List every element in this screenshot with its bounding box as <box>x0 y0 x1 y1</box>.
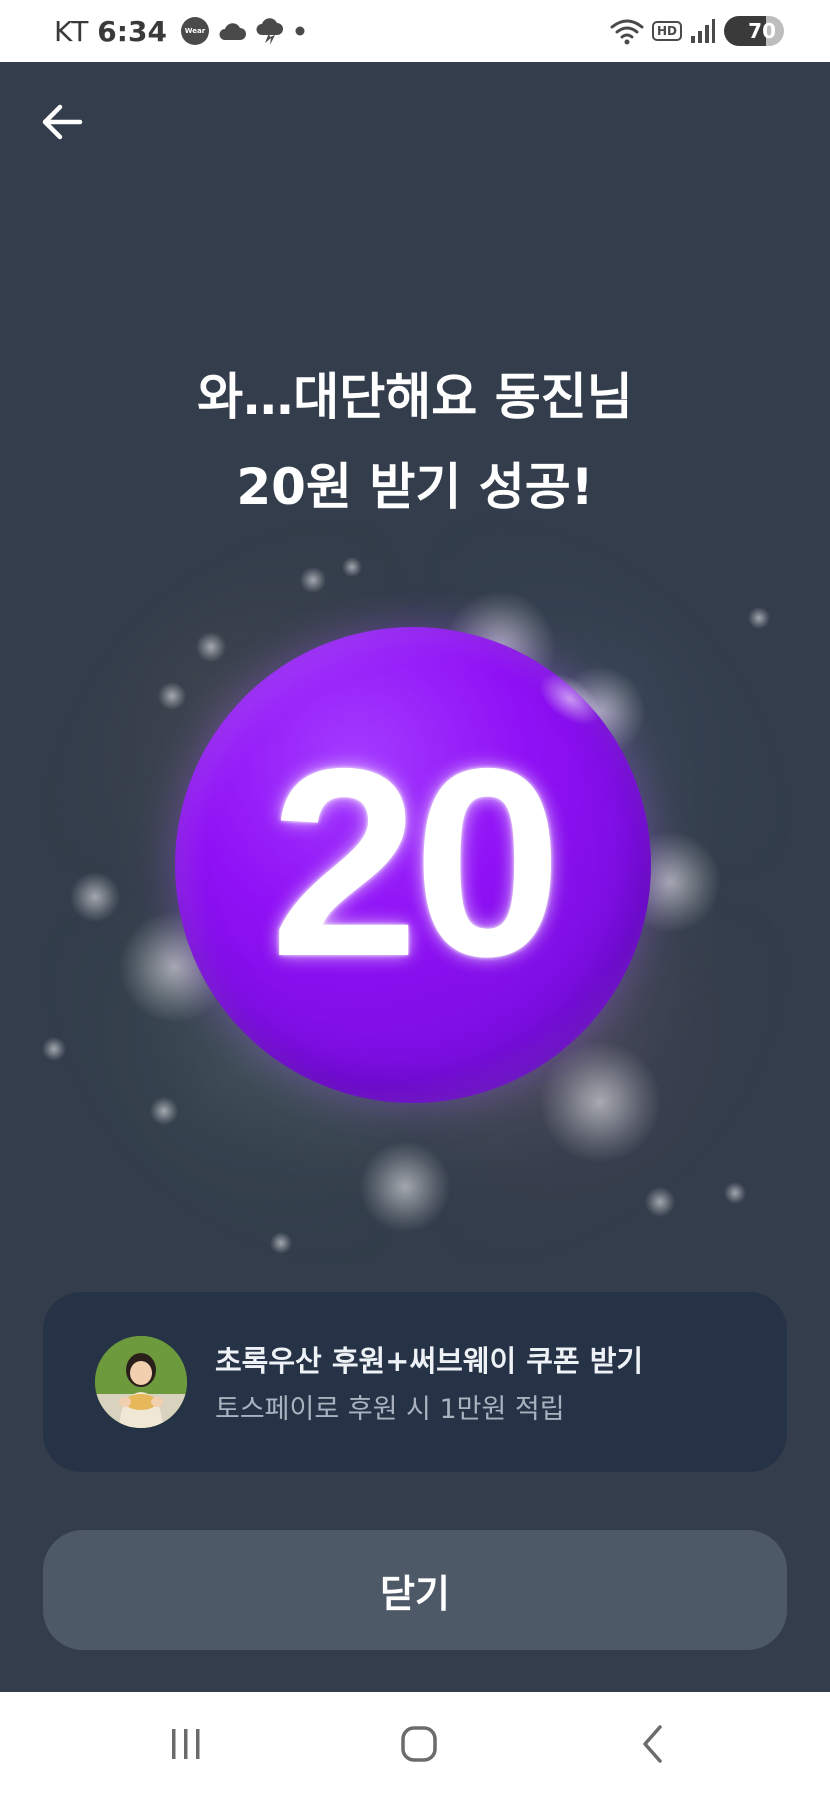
reward-amount: 20 <box>269 711 562 1012</box>
sparkle <box>270 1232 292 1254</box>
sparkle <box>70 872 120 922</box>
sparkle <box>342 557 362 577</box>
home-button[interactable] <box>378 1712 458 1776</box>
promo-card[interactable]: 초록우산 후원+써브웨이 쿠폰 받기 토스페이로 후원 시 1만원 적립 <box>43 1292 787 1472</box>
status-bar: KT 6:34 Wear HD 70 <box>0 0 830 62</box>
nav-back-button[interactable] <box>612 1712 692 1776</box>
wear-icon: Wear <box>180 17 209 45</box>
reward-screen: 와…대단해요 동진님 20원 받기 성공! 20 초록우산 후원+써브웨이 쿠폰… <box>0 62 830 1692</box>
promo-title: 초록우산 후원+써브웨이 쿠폰 받기 <box>215 1344 644 1378</box>
dot-icon <box>295 26 305 36</box>
cloud-icon <box>219 23 246 40</box>
reward-amount-ball: 20 <box>175 627 651 1103</box>
back-button[interactable] <box>36 96 88 148</box>
sparkle <box>42 1037 66 1061</box>
close-button[interactable]: 닫기 <box>43 1530 787 1650</box>
status-left: KT 6:34 Wear <box>54 14 307 48</box>
clock: 6:34 <box>97 14 167 48</box>
battery-icon: 70 <box>724 16 784 46</box>
child-photo <box>95 1336 187 1428</box>
carrier-label: KT <box>54 14 90 48</box>
sparkle <box>158 682 186 710</box>
headline-line-1: 와…대단해요 동진님 <box>197 368 633 426</box>
sparkle <box>645 1187 675 1217</box>
sparkle <box>360 1142 450 1232</box>
back-icon <box>643 1725 662 1763</box>
cloud-lightning-icon <box>256 18 283 45</box>
promo-subtitle: 토스페이로 후원 시 1만원 적립 <box>215 1394 565 1425</box>
status-right: HD 70 <box>610 14 784 48</box>
home-icon <box>401 1726 437 1762</box>
sparkle <box>748 607 770 629</box>
sparkle <box>724 1182 746 1204</box>
system-nav-bar <box>0 1692 830 1798</box>
sparkle <box>150 1097 178 1125</box>
recent-apps-icon <box>172 1729 200 1759</box>
recent-apps-button[interactable] <box>146 1712 226 1776</box>
hd-badge: HD <box>651 21 682 41</box>
sparkle <box>540 1042 660 1162</box>
sparkle <box>300 567 326 593</box>
arrow-left-icon <box>42 104 83 140</box>
wifi-icon <box>610 19 644 45</box>
sparkle <box>196 632 226 662</box>
promo-avatar <box>95 1336 187 1428</box>
signal-icon <box>691 19 715 43</box>
